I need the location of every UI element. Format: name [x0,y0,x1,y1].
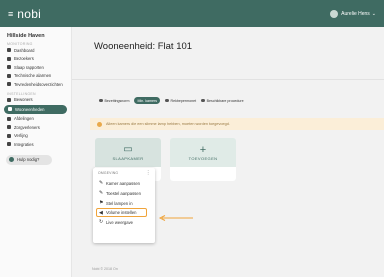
sidebar-item-label: Dashboard [14,47,35,53]
menu-header-label: OMGEVING [98,171,119,175]
filter-icon [201,98,205,103]
visitors-icon [7,56,11,61]
help-button[interactable]: Hulp nodig? [6,154,52,165]
hamburger-menu-icon[interactable]: ≡ [8,9,13,19]
filter-label: Beschikbare procedure [206,98,244,103]
bed-icon: ▭ [123,144,133,155]
home-icon [8,107,12,112]
room-card-label: SLAAPKAMER [112,156,144,161]
refresh-icon: ↻ [99,219,104,225]
section-instellingen: INSTELLINGEN [7,91,36,96]
residents-icon [7,97,11,102]
avatar [330,9,339,18]
sidebar-item-bewoners[interactable]: Bewoners [0,96,71,105]
arrow-left-icon [158,215,193,221]
filter-bezetting[interactable]: Bezettingsnorm [99,99,129,103]
divider [72,79,384,80]
add-room-label: TOEVOEGEN [188,155,218,161]
sidebar-item-technische-alarmen[interactable]: Technische alarmen [0,72,71,81]
filter-label: Rekbepermonet [170,98,197,103]
main-content: Wooneenheid: Flat 101 Bezettingsnorm Min… [72,27,384,277]
filter-icon [99,98,103,103]
filter-bar: Bezettingsnorm Min. kamers Rekbepermonet… [99,97,249,104]
organization-name: Hillside Haven [7,33,45,39]
sleep-icon [7,65,11,70]
menu-header: OMGEVING ⋮ [93,170,155,178]
speaker-icon: ◀ [99,209,103,216]
edit-icon: ✎ [99,190,104,196]
sidebar-item-label: Zorgverleners [14,124,40,130]
user-name: Aurelie Hens [341,10,370,17]
chevron-down-icon: ⌄ [371,10,376,17]
sidebar-item-label: Bezoekers [14,56,34,62]
user-menu[interactable]: Aurelie Hens ⌄ [330,9,376,18]
menu-item-kamer-aanpassen[interactable]: ✎ Kamer aanpassen [93,178,155,188]
filter-icon [165,98,169,103]
report-icon [7,82,11,87]
sidebar-item-label: Verlijng [14,133,28,139]
sidebar-item-afdelingen[interactable]: Afdelingen [0,115,71,124]
page-title: Wooneenheid: Flat 101 [94,41,193,52]
sidebar-item-label: Integraties [14,141,34,147]
plus-icon: + [199,143,207,156]
integrations-icon [7,142,11,147]
filter-label: Bezettingsnorm [104,98,130,103]
sidebar-item-label: Tevredenheidsoverzichten [14,81,63,87]
sidebar-item-tevredenheid[interactable]: Tevredenheidsoverzichten [0,80,71,89]
add-room-card[interactable]: + TOEVOEGEN [170,138,236,181]
filter-min-kamers[interactable]: Min. kamers [134,97,161,104]
sidebar-item-wooneenheden[interactable]: Wooneenheden [4,105,67,114]
caregivers-icon [7,125,11,130]
add-card-footer [170,167,236,181]
help-icon [9,157,14,162]
edit-icon: ✎ [99,180,104,186]
help-label: Hulp nodig? [17,157,40,162]
menu-item-lampen[interactable]: ⚑ Stel lampen in [93,198,155,208]
menu-item-live-weergave[interactable]: ↻ Live weergave [93,217,155,227]
sidebar-item-dashboard[interactable]: Dashboard [0,46,71,55]
sidebar-item-verlijng[interactable]: Verlijng [0,132,71,141]
menu-item-label: Toestel aanpassen [106,190,141,196]
menu-item-label: Stel lampen in [106,200,133,206]
sidebar-item-bezoekers[interactable]: Bezoekers [0,55,71,64]
filter-rek[interactable]: Rekbepermonet [165,99,196,103]
info-alert: Alleen kamers die een slimme lamp hebben… [90,118,384,130]
warning-icon [97,121,102,127]
sidebar-item-integraties[interactable]: Integraties [0,140,71,149]
footer-text: Nobi © 2018 On [92,267,118,271]
section-monitoring: MONITORING [7,42,33,46]
sidebar-item-label: Slaap rapporten [14,64,44,70]
sidebar-item-label: Bewoners [14,97,33,103]
sidebar: Hillside Haven MONITORING Dashboard Bezo… [0,27,72,277]
sidebar-item-zorgverleners[interactable]: Zorgverleners [0,123,71,132]
kebab-icon[interactable]: ⋮ [146,170,151,176]
alarm-icon [7,73,11,78]
dashboard-icon [7,48,11,53]
room-options-menu: OMGEVING ⋮ ✎ Kamer aanpassen ✎ Toestel aanp… [93,168,155,243]
menu-item-volume-instellen[interactable]: ◀ Volume instellen [96,208,147,217]
building-icon [7,133,11,138]
menu-item-toestel-aanpassen[interactable]: ✎ Toestel aanpassen [93,188,155,198]
menu-item-label: Volume instellen [106,210,137,215]
sidebar-item-slaap-rapporten[interactable]: Slaap rapporten [0,63,71,72]
department-icon [7,116,11,121]
app-logo[interactable]: nobi [17,7,41,21]
top-bar: ≡ nobi Aurelie Hens ⌄ [0,0,384,27]
lamp-icon: ⚑ [99,200,104,206]
sidebar-item-label: Afdelingen [14,116,34,122]
alert-text: Alleen kamers die een slimme lamp hebben… [106,122,230,126]
filter-procedure[interactable]: Beschikbare procedure [201,98,244,103]
sidebar-item-label: Wooneenheden [15,106,45,112]
menu-item-label: Live weergave [106,219,134,225]
menu-item-label: Kamer aanpassen [106,180,140,186]
sidebar-item-label: Technische alarmen [14,73,52,79]
